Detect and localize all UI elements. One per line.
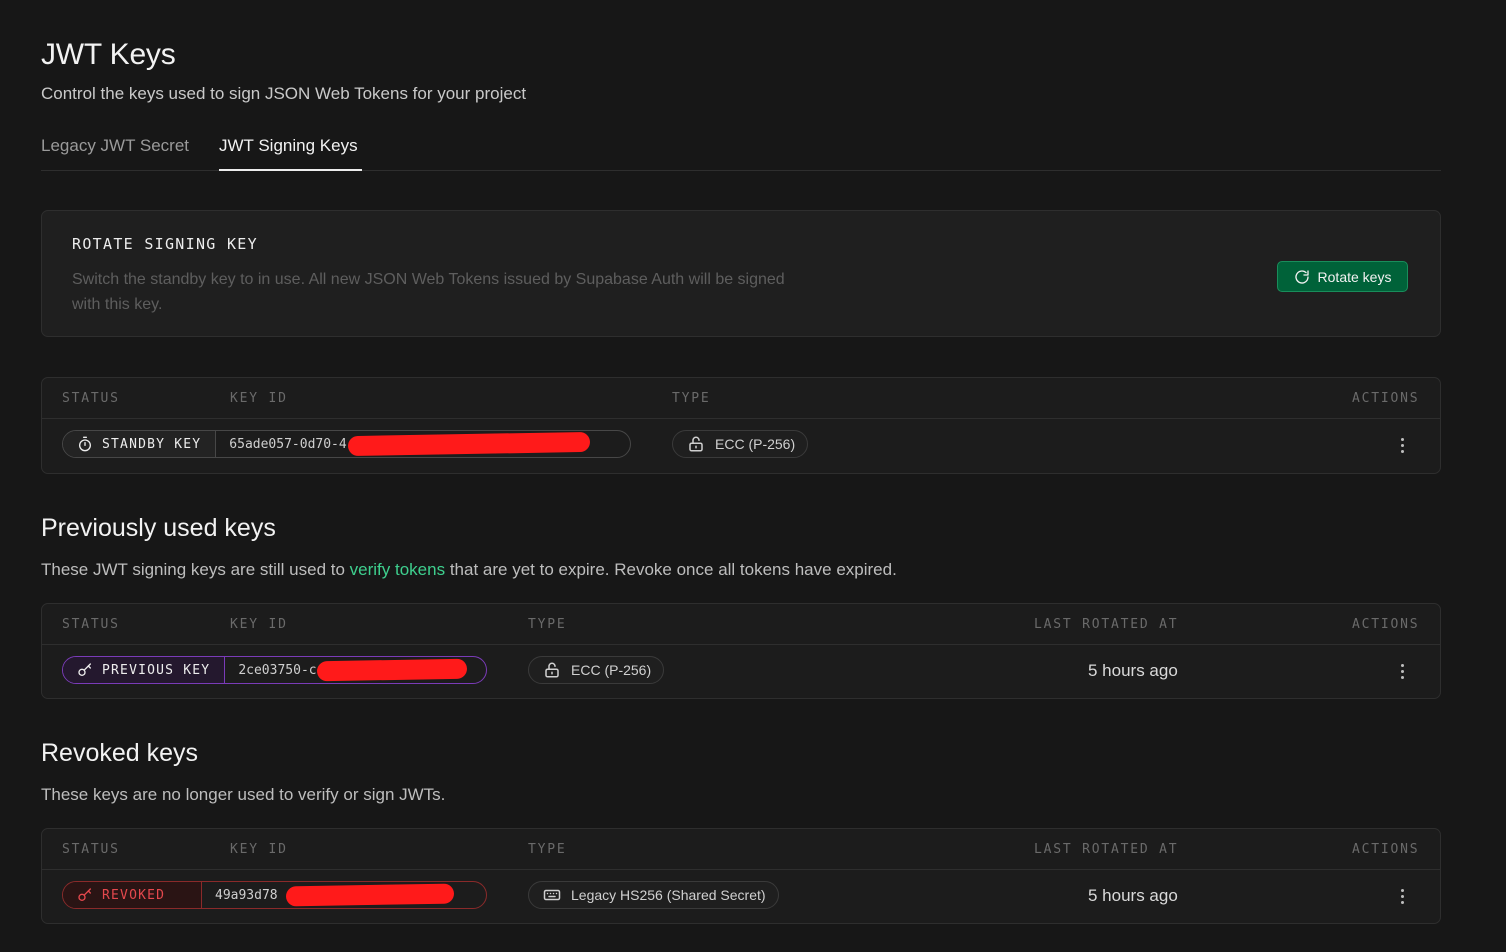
type-badge: Legacy HS256 (Shared Secret) — [528, 881, 779, 909]
refresh-icon — [1294, 269, 1309, 284]
key-id-header: KEY ID — [230, 842, 288, 857]
previous-keys-table: STATUS KEY ID TYPE LAST ROTATED AT ACTIO… — [41, 603, 1441, 699]
actions-header: ACTIONS — [1352, 391, 1420, 406]
type-header: TYPE — [672, 391, 711, 406]
type-label: ECC (P-256) — [571, 662, 652, 678]
key-icon — [78, 888, 91, 901]
dot — [1400, 437, 1404, 441]
status-header: STATUS — [62, 842, 120, 857]
keyboard-icon — [543, 889, 561, 901]
status-header: STATUS — [62, 391, 120, 406]
last-rotated-value: 5 hours ago — [1088, 886, 1178, 905]
active-tab-indicator — [219, 169, 362, 171]
type-header: TYPE — [528, 842, 567, 857]
table-row: REVOKED 49a93d78 Legacy HS256 (Shared Se… — [42, 870, 1440, 923]
dot — [1400, 675, 1404, 679]
revoked-keys-table: STATUS KEY ID TYPE LAST ROTATED AT ACTIO… — [41, 828, 1441, 924]
key-id-text: 65ade057-0d70-4 — [229, 436, 347, 452]
tab-bar: Legacy JWT Secret JWT Signing Keys — [41, 132, 1441, 171]
status-header: STATUS — [62, 617, 120, 632]
key-icon — [78, 663, 91, 676]
table-header: STATUS KEY ID TYPE LAST ROTATED AT ACTIO… — [42, 829, 1440, 870]
table-header: STATUS KEY ID TYPE LAST ROTATED AT ACTIO… — [42, 604, 1440, 645]
desc-after: that are yet to expire. Revoke once all … — [445, 560, 897, 579]
key-id-text: 49a93d78 — [215, 887, 278, 903]
dot — [1400, 888, 1404, 892]
row-actions-button[interactable] — [1392, 661, 1412, 681]
status-label: PREVIOUS KEY — [102, 662, 211, 678]
last-rotated-value: 5 hours ago — [1088, 661, 1178, 680]
page-title: JWT Keys — [41, 38, 176, 71]
current-keys-table: STATUS KEY ID TYPE ACTIONS STANDBY KEY 6… — [41, 377, 1441, 474]
table-header: STATUS KEY ID TYPE ACTIONS — [42, 378, 1440, 419]
revoked-keys-title: Revoked keys — [41, 739, 199, 767]
key-id: 49a93d78 — [202, 882, 486, 908]
status-badge: STANDBY KEY — [63, 431, 217, 457]
rotate-signing-key-card: ROTATE SIGNING KEY Switch the standby ke… — [41, 210, 1441, 337]
dot — [1400, 449, 1404, 453]
previous-keys-description: These JWT signing keys are still used to… — [41, 560, 897, 580]
key-id-header: KEY ID — [230, 391, 288, 406]
rotate-description: Switch the standby key to in use. All ne… — [72, 271, 785, 313]
last-rotated-header: LAST ROTATED AT — [1034, 617, 1179, 632]
dot — [1400, 663, 1404, 667]
table-row: STANDBY KEY 65ade057-0d70-4 ECC (P-256) — [42, 419, 1440, 472]
redaction-mark — [285, 883, 455, 907]
redaction-mark — [348, 431, 591, 457]
dot — [1400, 894, 1404, 898]
jwt-keys-page: JWT Keys Control the keys used to sign J… — [0, 0, 1506, 952]
key-id-text: 2ce03750-c — [238, 662, 317, 678]
page-subtitle: Control the keys used to sign JSON Web T… — [41, 84, 527, 103]
key-id: 65ade057-0d70-4 — [216, 431, 630, 457]
status-label: REVOKED — [102, 887, 166, 903]
tab-legacy-jwt-secret[interactable]: Legacy JWT Secret — [41, 136, 189, 156]
actions-header: ACTIONS — [1352, 617, 1420, 632]
row-actions-button[interactable] — [1392, 886, 1412, 906]
key-id: 2ce03750-c — [225, 657, 486, 683]
verify-tokens-link[interactable]: verify tokens — [350, 560, 445, 579]
rotate-keys-label: Rotate keys — [1317, 268, 1392, 285]
dot — [1400, 669, 1404, 673]
type-label: ECC (P-256) — [715, 436, 796, 452]
status-badge: REVOKED — [63, 882, 202, 908]
key-id-header: KEY ID — [230, 617, 288, 632]
lock-open-icon — [545, 662, 559, 678]
timer-icon — [79, 436, 91, 452]
last-rotated-header: LAST ROTATED AT — [1034, 842, 1179, 857]
desc-before: These JWT signing keys are still used to — [41, 560, 350, 579]
standby-key-pill[interactable]: STANDBY KEY 65ade057-0d70-4 — [62, 430, 631, 458]
type-badge: ECC (P-256) — [528, 656, 665, 684]
tab-jwt-signing-keys[interactable]: JWT Signing Keys — [219, 136, 358, 156]
revoked-key-pill[interactable]: REVOKED 49a93d78 — [62, 881, 487, 909]
previous-keys-title: Previously used keys — [41, 514, 276, 542]
revoked-keys-description: These keys are no longer used to verify … — [41, 785, 446, 804]
previous-key-pill[interactable]: PREVIOUS KEY 2ce03750-c — [62, 656, 487, 684]
lock-open-icon — [689, 436, 703, 452]
row-actions-button[interactable] — [1392, 435, 1412, 455]
type-label: Legacy HS256 (Shared Secret) — [571, 887, 766, 903]
status-badge: PREVIOUS KEY — [63, 657, 226, 683]
type-header: TYPE — [528, 617, 567, 632]
dot — [1400, 443, 1404, 447]
actions-header: ACTIONS — [1352, 842, 1420, 857]
rotate-keys-button[interactable]: Rotate keys — [1277, 261, 1408, 292]
dot — [1400, 900, 1404, 904]
redaction-mark — [317, 658, 468, 682]
table-row: PREVIOUS KEY 2ce03750-c ECC (P-256) 5 ho… — [42, 645, 1440, 698]
type-badge: ECC (P-256) — [672, 430, 809, 458]
status-label: STANDBY KEY — [102, 436, 202, 452]
rotate-heading: ROTATE SIGNING KEY — [72, 235, 258, 253]
